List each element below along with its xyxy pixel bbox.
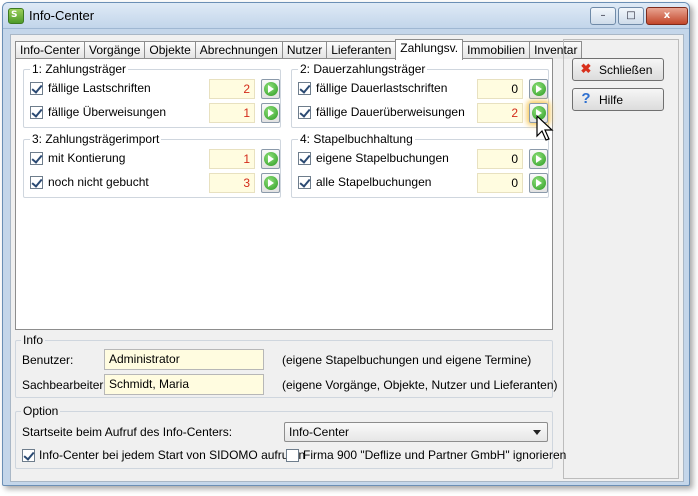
- green-arrow-icon: [264, 152, 278, 166]
- sidomo-app-icon: S: [8, 8, 24, 24]
- checkbox[interactable]: [30, 82, 43, 95]
- window-title: Info-Center: [29, 8, 95, 23]
- row-label: fällige Dauerlastschriften: [316, 81, 448, 95]
- group-stapelbuchhaltung: 4: Stapelbuchhaltung eigene Stapelbuchun…: [291, 132, 549, 198]
- tab-lieferanten[interactable]: Lieferanten: [326, 41, 397, 59]
- option-section: Option Startseite beim Aufruf des Info-C…: [15, 404, 566, 469]
- sachbearbeiter-field[interactable]: Schmidt, Maria: [104, 374, 264, 395]
- option-section-title: Option: [21, 404, 61, 418]
- count-field: 2: [209, 79, 255, 99]
- go-button[interactable]: [529, 173, 548, 193]
- autostart-label: Info-Center bei jedem Start von SIDOMO a…: [39, 448, 306, 462]
- go-button[interactable]: [529, 79, 548, 99]
- count-field: 0: [477, 149, 523, 169]
- group-zahlungstraeger: 1: Zahlungsträger fällige Lastschriften …: [23, 62, 281, 128]
- green-arrow-icon: [264, 106, 278, 120]
- count-field: 1: [209, 149, 255, 169]
- row-faellige-lastschriften: fällige Lastschriften 2: [28, 79, 280, 99]
- tab-info-center[interactable]: Info-Center: [15, 41, 86, 59]
- benutzer-field[interactable]: Administrator: [104, 349, 264, 370]
- checkbox[interactable]: [298, 152, 311, 165]
- go-button[interactable]: [261, 173, 280, 193]
- go-button[interactable]: [261, 79, 280, 99]
- green-arrow-icon: [532, 82, 546, 96]
- row-alle-stapelbuchungen: alle Stapelbuchungen 0: [296, 173, 548, 193]
- mouse-cursor-icon: [536, 114, 554, 141]
- group-title: 3: Zahlungsträgerimport: [30, 132, 162, 146]
- title-bar[interactable]: S Info-Center – □ x: [3, 3, 689, 29]
- checkbox[interactable]: [298, 82, 311, 95]
- row-label: noch nicht gebucht: [48, 175, 149, 189]
- row-label: alle Stapelbuchungen: [316, 175, 432, 189]
- minimize-button[interactable]: –: [590, 7, 616, 25]
- checkbox[interactable]: [298, 176, 311, 189]
- sachbearbeiter-label: Sachbearbeiter:: [22, 378, 107, 392]
- group-dauerzahlungstraeger: 2: Dauerzahlungsträger fällige Dauerlast…: [291, 62, 549, 128]
- row-faellige-dauerueberweisungen: fällige Dauerüberweisungen 2: [296, 103, 548, 123]
- tab-immobilien[interactable]: Immobilien: [462, 41, 531, 59]
- go-button[interactable]: [261, 103, 280, 123]
- green-arrow-icon: [532, 152, 546, 166]
- green-arrow-icon: [264, 82, 278, 96]
- side-button-panel: ✖ Schließen ? Hilfe: [563, 39, 679, 479]
- row-faellige-dauerlastschriften: fällige Dauerlastschriften 0: [296, 79, 548, 99]
- checkbox[interactable]: [30, 176, 43, 189]
- row-label: fällige Überweisungen: [48, 105, 167, 119]
- window-close-button[interactable]: x: [646, 7, 688, 25]
- ignore-firma-label: Firma 900 "Deflize und Partner GmbH" ign…: [303, 448, 567, 462]
- count-field: 1: [209, 103, 255, 123]
- checkbox[interactable]: [298, 106, 311, 119]
- question-mark-icon: ?: [581, 90, 591, 107]
- tab-vorgaenge[interactable]: Vorgänge: [84, 41, 146, 59]
- info-section-title: Info: [21, 333, 46, 347]
- group-title: 4: Stapelbuchhaltung: [298, 132, 415, 146]
- row-eigene-stapelbuchungen: eigene Stapelbuchungen 0: [296, 149, 548, 169]
- row-label: fällige Lastschriften: [48, 81, 151, 95]
- close-dialog-label: Schließen: [599, 63, 653, 77]
- close-dialog-button[interactable]: ✖ Schließen: [572, 58, 664, 81]
- info-center-window: S Info-Center – □ x Info-Center Vorgänge…: [2, 2, 690, 486]
- tab-abrechnungen[interactable]: Abrechnungen: [194, 41, 283, 59]
- row-mit-kontierung: mit Kontierung 1: [28, 149, 280, 169]
- benutzer-note: (eigene Stapelbuchungen und eigene Termi…: [282, 353, 532, 367]
- checkbox[interactable]: [30, 152, 43, 165]
- count-field: 3: [209, 173, 255, 193]
- tab-zahlungsverkehr[interactable]: Zahlungsv.: [395, 39, 464, 60]
- maximize-button[interactable]: □: [618, 7, 644, 25]
- startseite-select[interactable]: Info-Center: [284, 422, 548, 442]
- tab-objekte[interactable]: Objekte: [144, 41, 196, 59]
- group-zahlungstraegerimport: 3: Zahlungsträgerimport mit Kontierung 1…: [23, 132, 281, 198]
- chevron-down-icon: [533, 430, 541, 435]
- help-button[interactable]: ? Hilfe: [572, 88, 664, 111]
- group-title: 1: Zahlungsträger: [30, 62, 129, 76]
- go-button[interactable]: [261, 149, 280, 169]
- benutzer-label: Benutzer:: [22, 353, 74, 367]
- row-label: eigene Stapelbuchungen: [316, 151, 449, 165]
- green-arrow-icon: [264, 176, 278, 190]
- count-field: 0: [477, 79, 523, 99]
- count-field: 0: [477, 173, 523, 193]
- help-label: Hilfe: [599, 93, 624, 107]
- autostart-checkbox[interactable]: [22, 449, 35, 462]
- sachbearbeiter-note: (eigene Vorgänge, Objekte, Nutzer und Li…: [282, 378, 558, 392]
- zahlungsverkehr-panel: 1: Zahlungsträger fällige Lastschriften …: [15, 58, 553, 330]
- startseite-value: Info-Center: [289, 425, 350, 439]
- go-button[interactable]: [529, 149, 548, 169]
- checkbox[interactable]: [30, 106, 43, 119]
- green-arrow-icon: [532, 176, 546, 190]
- row-label: mit Kontierung: [48, 151, 126, 165]
- row-faellige-ueberweisungen: fällige Überweisungen 1: [28, 103, 280, 123]
- count-field: 2: [477, 103, 523, 123]
- group-title: 2: Dauerzahlungsträger: [298, 62, 428, 76]
- row-noch-nicht-gebucht: noch nicht gebucht 3: [28, 173, 280, 193]
- red-x-icon: ✖: [580, 61, 592, 76]
- info-section: Info Benutzer: Administrator (eigene Sta…: [15, 333, 558, 398]
- ignore-firma-checkbox[interactable]: [286, 449, 299, 462]
- tab-strip: Info-Center Vorgänge Objekte Abrechnunge…: [15, 39, 583, 60]
- client-area: Info-Center Vorgänge Objekte Abrechnunge…: [10, 34, 684, 482]
- row-label: fällige Dauerüberweisungen: [316, 105, 465, 119]
- startseite-label: Startseite beim Aufruf des Info-Centers:: [22, 425, 233, 439]
- tab-nutzer[interactable]: Nutzer: [281, 41, 328, 59]
